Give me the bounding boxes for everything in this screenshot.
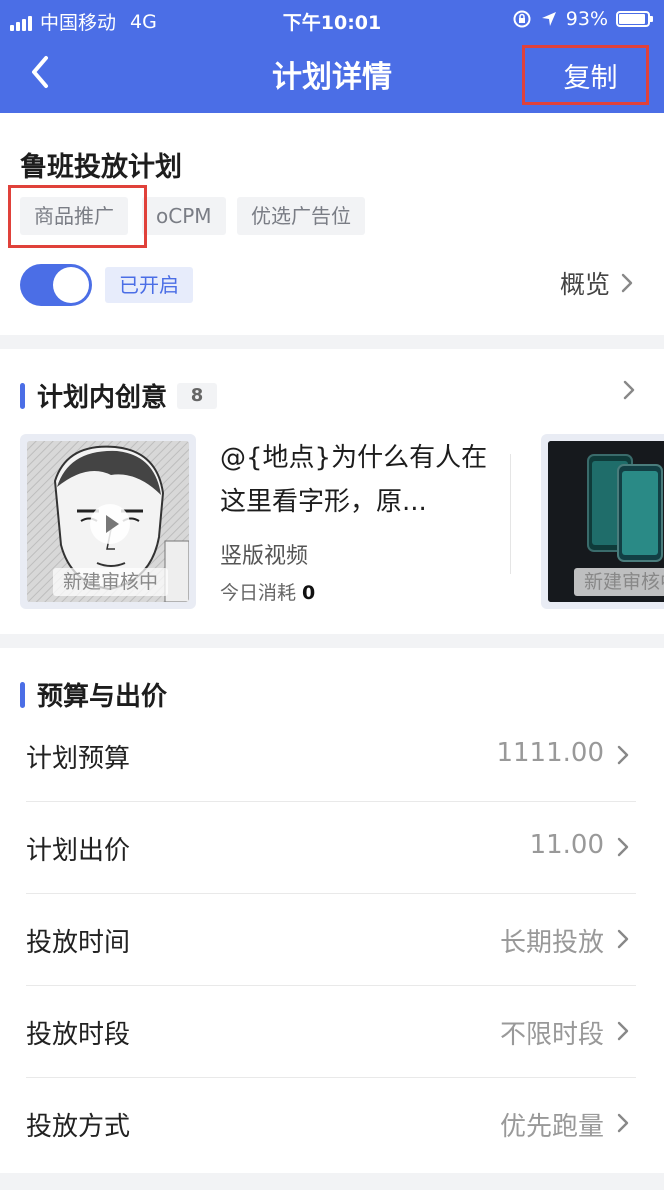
video-frame: 新建审核中 <box>548 441 664 602</box>
section-marker <box>20 382 25 409</box>
video-frame: 新建审核中 <box>27 441 189 602</box>
app-header: 中国移动 4G 下午10:01 93% 计划详情 复制 <box>0 0 664 113</box>
location-icon <box>541 12 556 26</box>
spend-label: 今日消耗 <box>220 582 297 604</box>
section-marker <box>20 681 25 708</box>
budget-card: 预算与出价 计划预算 1111.00 计划出价 11.00 投放时间 长期投放 … <box>0 648 664 1173</box>
chevron-right-icon <box>617 745 629 765</box>
creative-thumbnail[interactable]: 新建审核中 <box>20 434 196 609</box>
section-title: 计划内创意 <box>37 383 168 413</box>
row-label: 投放方式 <box>26 1112 131 1142</box>
creative-item[interactable]: 新建审核中 @{地点}为什么有人在这里看字形，原... 竖版视频 今日消耗 0 <box>20 434 511 609</box>
battery-percent: 93% <box>565 8 608 30</box>
row-value: 11.00 <box>529 830 604 860</box>
spend-value: 0 <box>302 582 316 604</box>
rotation-lock-icon <box>513 10 531 28</box>
overview-label: 概览 <box>559 270 610 299</box>
chevron-left-icon <box>32 56 48 88</box>
creative-count-badge: 8 <box>177 382 218 409</box>
creative-type: 竖版视频 <box>220 544 309 569</box>
page-bottom-gap <box>0 1173 664 1190</box>
creatives-section-header[interactable]: 计划内创意 8 <box>20 377 218 414</box>
row-label: 投放时段 <box>26 1020 131 1050</box>
creative-title: @{地点}为什么有人在这里看字形，原... <box>220 443 488 517</box>
budget-row-delivery-period[interactable]: 投放时段 不限时段 <box>26 986 636 1078</box>
overview-link[interactable]: 概览 <box>560 265 634 301</box>
toggle-knob <box>53 267 89 303</box>
status-badge: 已开启 <box>105 267 193 303</box>
review-status-tag: 新建审核中 <box>53 568 169 596</box>
copy-button[interactable]: 复制 <box>522 45 649 105</box>
row-label: 投放时间 <box>26 928 131 958</box>
back-button[interactable] <box>26 50 66 94</box>
tag-placement: 优选广告位 <box>237 197 365 235</box>
creative-spend: 今日消耗 0 <box>220 578 315 605</box>
row-label: 计划出价 <box>26 836 131 866</box>
chevron-right-icon <box>617 929 629 949</box>
row-value: 1111.00 <box>496 738 604 768</box>
plan-toggle[interactable] <box>20 264 92 306</box>
plan-summary-card: 鲁班投放计划 商品推广 oCPM 优选广告位 已开启 概览 <box>0 113 664 335</box>
highlight-box <box>8 185 147 248</box>
plan-name: 鲁班投放计划 <box>20 152 182 183</box>
chevron-right-icon <box>617 1021 629 1041</box>
row-value: 长期投放 <box>499 928 604 958</box>
status-bar: 中国移动 4G 下午10:01 93% <box>0 0 664 38</box>
budget-row-plan-budget[interactable]: 计划预算 1111.00 <box>26 710 636 802</box>
creatives-card: 计划内创意 8 新建审核中 @{地点}为什么有人在这里看字形，原... 竖版视频… <box>0 349 664 634</box>
chevron-right-icon[interactable] <box>622 379 636 401</box>
section-title: 预算与出价 <box>37 682 168 712</box>
row-label: 计划预算 <box>26 744 131 774</box>
tag-ocpm: oCPM <box>142 197 226 235</box>
divider <box>510 454 511 574</box>
chevron-right-icon <box>617 837 629 857</box>
budget-section-header: 预算与出价 <box>20 676 167 713</box>
battery-icon <box>616 11 653 27</box>
row-value: 优先跑量 <box>499 1112 604 1142</box>
budget-row-delivery-time[interactable]: 投放时间 长期投放 <box>26 894 636 986</box>
row-value: 不限时段 <box>499 1020 604 1050</box>
chevron-right-icon <box>617 1113 629 1133</box>
creative-thumbnail[interactable]: 新建审核中 <box>541 434 664 609</box>
creative-item[interactable]: 新建审核中 <box>541 434 664 609</box>
play-icon[interactable] <box>90 504 130 544</box>
chevron-right-icon <box>621 273 633 293</box>
budget-row-plan-bid[interactable]: 计划出价 11.00 <box>26 802 636 894</box>
review-status-tag: 新建审核中 <box>574 568 664 596</box>
budget-row-delivery-method[interactable]: 投放方式 优先跑量 <box>26 1078 636 1170</box>
